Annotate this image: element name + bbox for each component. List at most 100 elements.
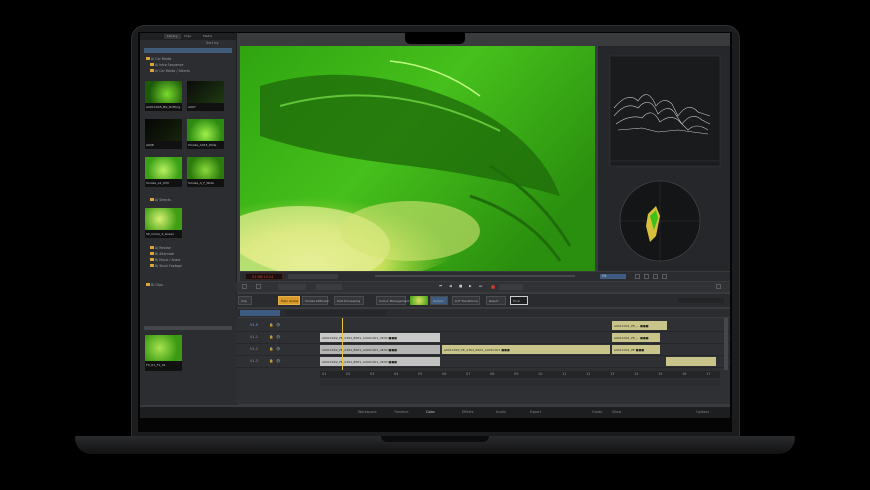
thumbnail-caption: A008: [146, 143, 154, 147]
node-output[interactable]: Output: [430, 296, 448, 305]
settings-icon[interactable]: [716, 284, 721, 289]
clip-selector[interactable]: [288, 274, 338, 279]
stop-icon[interactable]: ■: [459, 284, 462, 289]
node-final[interactable]: Final: [510, 296, 528, 305]
visibility-icon[interactable]: 👁: [276, 359, 280, 364]
node-search-field[interactable]: [678, 298, 724, 303]
sort-label[interactable]: Sort by: [206, 41, 219, 46]
tree-item[interactable]: A/ Intro Sequence: [150, 63, 183, 68]
node-preview-thumbnail: [410, 296, 428, 305]
node-main-grade[interactable]: Main Grade: [278, 296, 300, 305]
tab-library[interactable]: Library: [164, 34, 181, 39]
lock-icon[interactable]: 🔒: [269, 335, 273, 340]
track-row: V1.3 🔒 👁 A001C002_PE_2364_BXP1_A002C001_…: [236, 356, 730, 368]
node-graph-bar: Clip Main Grade Smoke Diffusion Post Pro…: [236, 294, 730, 307]
page-tabs-bar: Workspace Timeline Color Effects Audio E…: [140, 407, 730, 418]
clip-thumbnail[interactable]: A007: [187, 81, 224, 111]
tree-item[interactable]: A/ Selects: [150, 198, 171, 203]
clip-thumbnail[interactable]: SP_Comp_2_Green: [145, 208, 182, 238]
media-browser: Library Clips Media Sort by A/ Car Media…: [140, 33, 237, 405]
selected-bin[interactable]: [144, 48, 232, 53]
clip-thumbnail[interactable]: A008: [145, 119, 182, 149]
timeline-clip[interactable]: A001C001_PE_... ■■■: [612, 321, 667, 330]
track-name: V1.0: [250, 323, 258, 327]
show-button[interactable]: Show: [612, 410, 621, 414]
timeline-select[interactable]: [240, 310, 280, 316]
tree-item[interactable]: A/ Car Media / Selects: [150, 69, 190, 74]
playback-mode-select[interactable]: [499, 284, 523, 290]
lock-icon[interactable]: 🔒: [269, 359, 273, 364]
timeline-clip[interactable]: A001C002_PE_2364_BXP1_A002C001 ■■■: [442, 345, 610, 354]
timeline-scrollbar[interactable]: [724, 318, 728, 370]
clip-thumbnail[interactable]: Smoke_A_F_Wide: [187, 157, 224, 187]
page-tab-workspace[interactable]: Workspace: [358, 410, 377, 414]
options-button[interactable]: Options: [696, 410, 709, 414]
thumbnail-image: [145, 119, 182, 141]
page-tab-color[interactable]: Color: [426, 410, 435, 414]
timeline-clip[interactable]: [666, 357, 716, 366]
play-icon[interactable]: ▶: [469, 284, 472, 289]
timeline-clip[interactable]: A001C001_PE_... ■■■: [612, 333, 660, 342]
node-clip[interactable]: Clip: [238, 296, 252, 305]
page-tab-audio[interactable]: Audio: [496, 410, 506, 414]
timeline-header: [236, 309, 730, 317]
tab-clips[interactable]: Clips: [181, 34, 194, 39]
timeline-clip[interactable]: A001C002_PE_2364_BXP1_A002C001_4K30 ■■■: [320, 357, 440, 366]
node-colour-management[interactable]: Colour Management: [376, 296, 409, 305]
layer-icon[interactable]: [256, 284, 261, 289]
output-select[interactable]: [278, 284, 306, 290]
page-tab-timeline[interactable]: Timeline: [394, 410, 408, 414]
folder-icon: [146, 57, 150, 60]
page-tab-effects[interactable]: Effects: [462, 410, 474, 414]
selected-row[interactable]: [144, 326, 232, 330]
tree-item[interactable]: A/ Car Media: [146, 57, 171, 62]
track-row: V1.1 🔒 👁 A001C002_PE_2364_BXP1_A002C001_…: [236, 332, 730, 344]
clip-thumbnail[interactable]: Smoke_A013_Wide: [187, 119, 224, 149]
page-tab-export[interactable]: Export: [530, 410, 541, 414]
clip-thumbnail[interactable]: FX_01_F1_01: [145, 335, 182, 371]
viewer[interactable]: [240, 46, 595, 271]
tree-item[interactable]: B/ Music / Score: [150, 258, 180, 263]
time-ruler[interactable]: 01 02 03 04 05 06 07 08 09 10 11 12 13 1…: [320, 371, 720, 378]
timeline-name-field[interactable]: [286, 310, 386, 316]
overlay-icon[interactable]: [644, 274, 649, 279]
tree-item[interactable]: B/ Stock Footage: [150, 264, 182, 269]
zoom-select[interactable]: Fit: [600, 274, 626, 279]
clip-thumbnail[interactable]: A001C005_BG_Drifting: [145, 81, 182, 111]
format-select[interactable]: [316, 284, 342, 290]
tab-media[interactable]: Media: [200, 34, 215, 39]
record-icon[interactable]: [491, 285, 495, 289]
mode-icon[interactable]: [242, 284, 247, 289]
track-row: V1.0 🔒 👁 A001C001_PE_... ■■■: [236, 320, 730, 332]
thumbnail-image: [145, 81, 182, 103]
tree-item[interactable]: B/ Clips: [146, 283, 163, 288]
skip-back-icon[interactable]: ⏮: [439, 284, 442, 289]
timeline-clip[interactable]: A001C001_PE ■■■: [612, 345, 660, 354]
timeline[interactable]: V1.0 🔒 👁 A001C001_PE_... ■■■ V1.1 🔒 👁 A0…: [236, 318, 730, 404]
timeline-clip[interactable]: A001C002_PE_2364_BXP1_A002C001_4K30 ■■■: [320, 345, 440, 354]
track-row: V1.2 🔒 👁 A001C002_PE_2364_BXP1_A002C001_…: [236, 344, 730, 356]
visibility-icon[interactable]: 👁: [276, 323, 280, 328]
lock-icon[interactable]: 🔒: [269, 323, 273, 328]
scrub-bar[interactable]: [375, 275, 575, 277]
node-smoke-diffusion[interactable]: Smoke Diffusion: [302, 296, 329, 305]
visibility-icon[interactable]: 👁: [276, 335, 280, 340]
playhead[interactable]: [342, 318, 343, 370]
tree-item[interactable]: B/ Alternate: [150, 252, 174, 257]
fullscreen-icon[interactable]: [662, 274, 667, 279]
skip-forward-icon[interactable]: ⏭: [479, 284, 482, 289]
timeline-clip[interactable]: A001C002_PE_2364_BXP1_A002C001_4K30 ■■■: [320, 333, 440, 342]
clip-thumbnail[interactable]: Smoke_A1_033: [145, 157, 182, 187]
node-result[interactable]: Result: [486, 296, 506, 305]
node-post-processing[interactable]: Post Processing: [334, 296, 364, 305]
visibility-icon[interactable]: 👁: [276, 347, 280, 352]
lock-icon[interactable]: 🔒: [269, 347, 273, 352]
node-lut-transforms[interactable]: LUT Transforms: [452, 296, 480, 305]
scopes-graphics: [609, 55, 721, 262]
tree-item[interactable]: A/ Review: [150, 246, 171, 251]
thumbnail-caption: Smoke_A_F_Wide: [188, 181, 214, 185]
grid-icon[interactable]: [635, 274, 640, 279]
split-icon[interactable]: [653, 274, 658, 279]
step-back-icon[interactable]: ◀: [449, 284, 452, 289]
grade-button[interactable]: Grade: [592, 410, 602, 414]
